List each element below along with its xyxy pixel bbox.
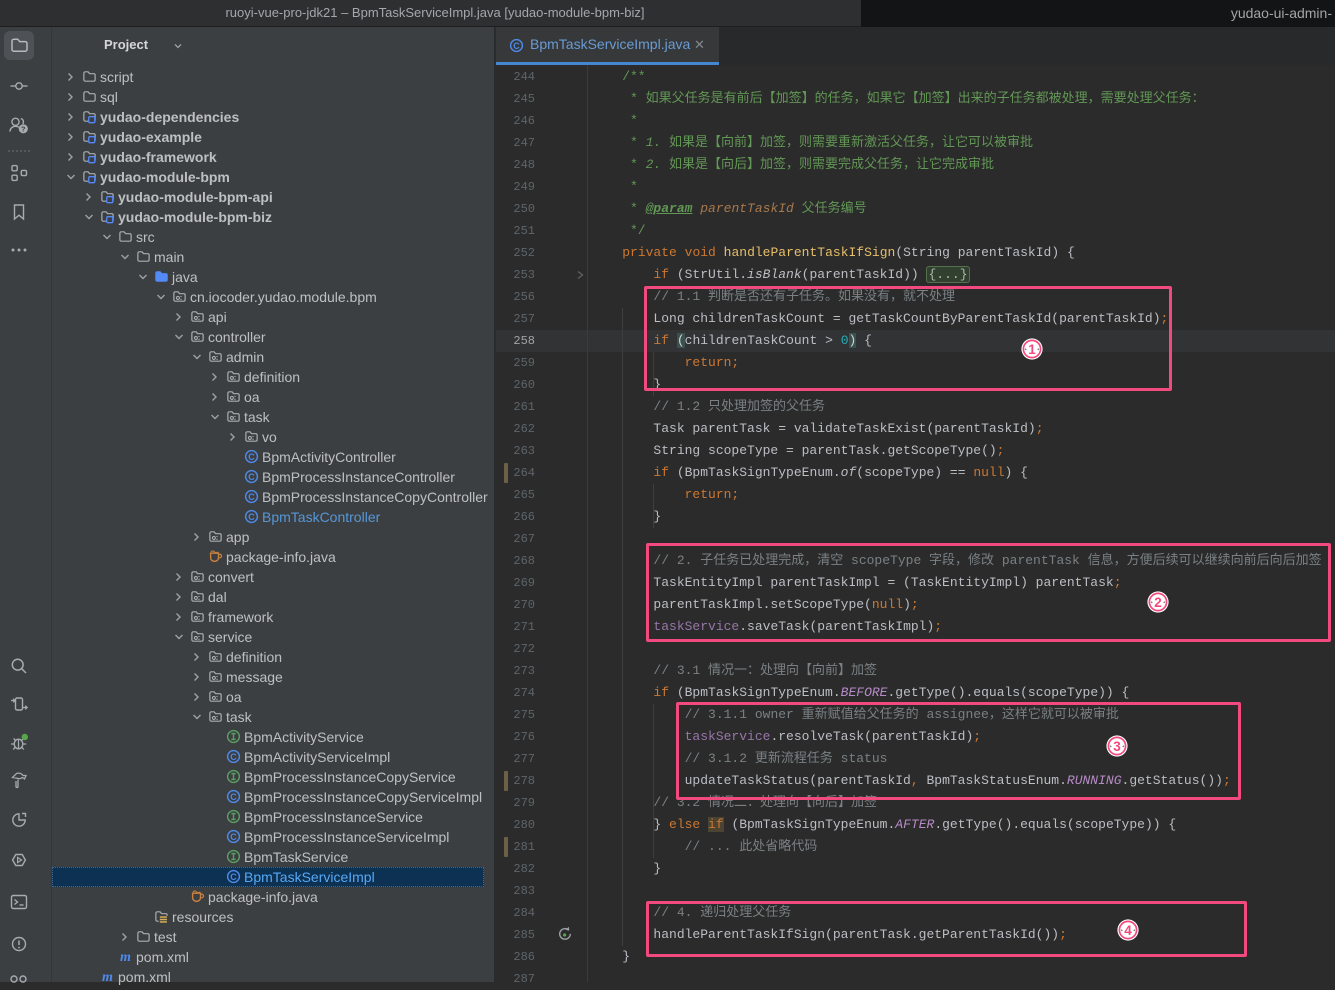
svg-text:C: C: [248, 492, 255, 502]
svg-text:4: 4: [1124, 923, 1132, 938]
svg-text:C: C: [230, 872, 237, 882]
svg-text:C: C: [513, 41, 520, 51]
svg-text:?: ?: [21, 127, 25, 134]
svg-text:m: m: [120, 949, 131, 964]
svg-text:1: 1: [1028, 342, 1036, 357]
svg-text:C: C: [248, 452, 255, 462]
svg-text:C: C: [248, 472, 255, 482]
svg-text:C: C: [230, 752, 237, 762]
svg-text:C: C: [230, 792, 237, 802]
svg-text:2: 2: [1154, 595, 1162, 610]
svg-text:C: C: [230, 832, 237, 842]
svg-text:C: C: [248, 512, 255, 522]
svg-text:3: 3: [1113, 739, 1121, 754]
